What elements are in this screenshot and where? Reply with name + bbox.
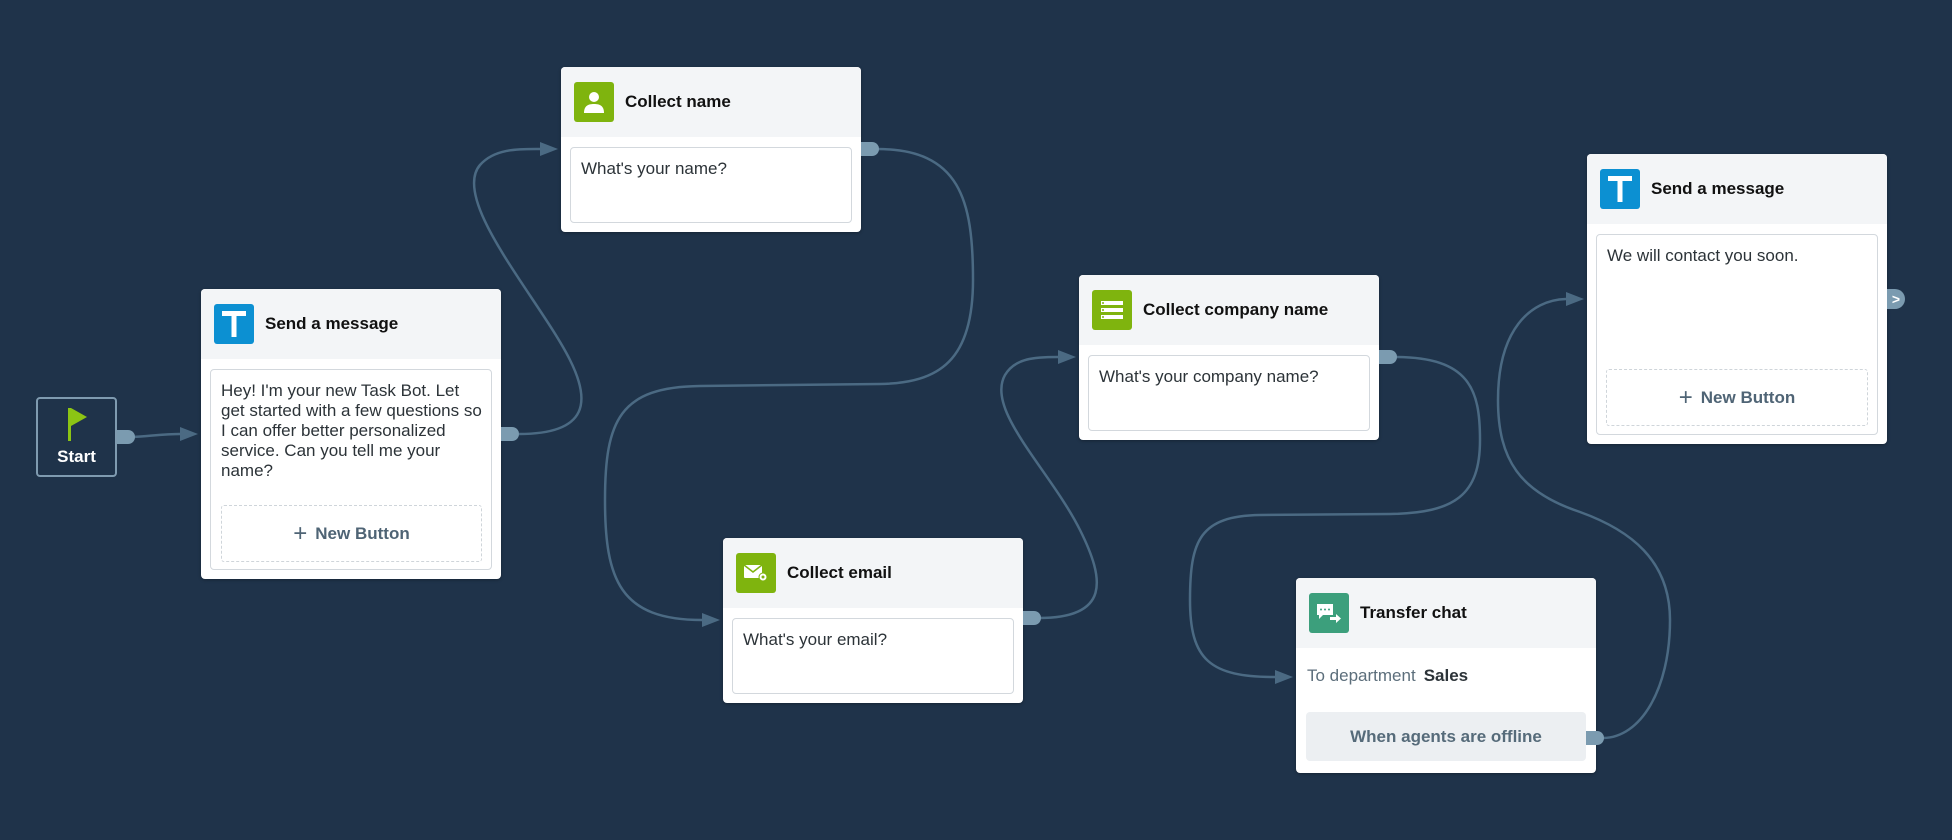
transfer-chat-node[interactable]: Transfer chat To department Sales When ag… <box>1296 578 1596 773</box>
node-header[interactable]: Collect email <box>723 538 1023 608</box>
chat-transfer-icon <box>1309 593 1349 633</box>
send-message-node[interactable]: Send a message Hey! I'm your new Task Bo… <box>201 289 501 579</box>
flag-icon <box>67 408 87 441</box>
department-value: Sales <box>1423 666 1469 685</box>
node-header[interactable]: Collect company name <box>1079 275 1379 345</box>
question-textbox[interactable]: What's your email? <box>732 618 1014 694</box>
new-button-label: New Button <box>1700 387 1796 407</box>
start-output-handle[interactable] <box>117 430 135 444</box>
department-row: To department Sales <box>1296 648 1596 712</box>
offline-branch-label: When agents are offline <box>1350 726 1542 746</box>
offline-output-handle[interactable] <box>1586 731 1604 745</box>
email-icon <box>736 553 776 593</box>
question-textbox[interactable]: What's your company name? <box>1088 355 1370 431</box>
start-node[interactable]: Start <box>36 397 117 477</box>
department-label: To department <box>1307 666 1416 685</box>
node-title: Collect company name <box>1143 300 1329 319</box>
collect-name-output-handle[interactable] <box>861 142 879 156</box>
arrow-head <box>180 427 198 441</box>
plus-icon: + <box>1678 383 1693 411</box>
node-title: Transfer chat <box>1360 603 1467 622</box>
node-header[interactable]: Send a message <box>201 289 501 359</box>
arrow-head <box>540 142 558 156</box>
message-textbox[interactable]: We will contact you soon. + New Button <box>1596 234 1878 435</box>
question-textbox[interactable]: What's your name? <box>570 147 852 223</box>
text-t-icon <box>214 304 254 344</box>
start-label: Start <box>57 447 96 466</box>
collect-email-output-handle[interactable] <box>1023 611 1041 625</box>
collect-email-node[interactable]: Collect email What's your email? <box>723 538 1023 703</box>
message-textbox[interactable]: Hey! I'm your new Task Bot. Let get star… <box>210 369 492 570</box>
node-header[interactable]: Send a message <box>1587 154 1887 224</box>
arrow-head <box>1058 350 1076 364</box>
collect-name-node[interactable]: Collect name What's your name? <box>561 67 861 232</box>
message-output-handle[interactable] <box>501 427 519 441</box>
message-text: We will contact you soon. <box>1607 246 1799 265</box>
node-title: Collect email <box>787 563 892 582</box>
question-text: What's your name? <box>581 159 727 178</box>
arrow-head <box>1275 670 1293 684</box>
send-message-final-node[interactable]: Send a message We will contact you soon.… <box>1587 154 1887 444</box>
node-title: Send a message <box>265 314 399 333</box>
arrow-head <box>702 613 720 627</box>
message-text: Hey! I'm your new Task Bot. Let get star… <box>221 381 482 480</box>
question-text: What's your email? <box>743 630 888 649</box>
new-button[interactable]: + New Button <box>221 505 482 562</box>
node-title: Send a message <box>1651 179 1785 198</box>
connector-start-to-message <box>132 432 181 439</box>
arrow-head <box>1566 292 1584 306</box>
collect-company-node[interactable]: Collect company name What's your company… <box>1079 275 1379 440</box>
plus-icon: + <box>293 519 308 547</box>
node-title: Collect name <box>625 92 731 111</box>
node-header[interactable]: Collect name <box>561 67 861 137</box>
person-icon <box>574 82 614 122</box>
text-t-icon <box>1600 169 1640 209</box>
new-button[interactable]: + New Button <box>1606 369 1868 426</box>
new-button-label: New Button <box>315 523 410 543</box>
offline-branch-button[interactable]: When agents are offline <box>1306 712 1586 761</box>
flow-canvas[interactable]: Start Send a message Hey! I'm your new T… <box>0 0 1952 840</box>
chevron-right-icon[interactable]: > <box>1887 289 1905 309</box>
list-icon <box>1092 290 1132 330</box>
node-header[interactable]: Transfer chat <box>1296 578 1596 648</box>
collect-company-output-handle[interactable] <box>1379 350 1397 364</box>
question-text: What's your company name? <box>1099 367 1319 386</box>
